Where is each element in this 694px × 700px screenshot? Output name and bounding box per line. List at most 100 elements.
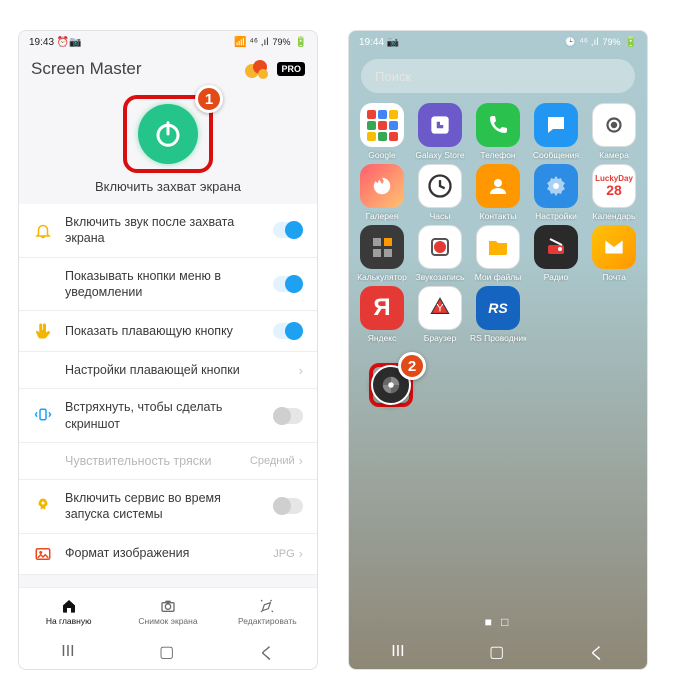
tab-0[interactable]: На главную	[19, 588, 118, 635]
yandex-icon: Я	[360, 286, 404, 330]
tab-label: Снимок экрана	[138, 616, 197, 626]
app-label: Камера	[599, 150, 629, 160]
app-label: Калькулятор	[357, 272, 407, 282]
app-settings[interactable]: Настройки	[529, 164, 583, 221]
app-calendar[interactable]: LuckyDay28 Календарь	[587, 164, 641, 221]
status-battery: 79%	[603, 37, 621, 47]
app-label: Звукозапись	[416, 272, 465, 282]
app-rec[interactable]: Звукозапись	[413, 225, 467, 282]
files-icon	[476, 225, 520, 269]
app-msg[interactable]: Сообщения	[529, 103, 583, 160]
google-icon	[360, 103, 404, 147]
app-label: Телефон	[480, 150, 515, 160]
nav-back[interactable]: く	[259, 640, 275, 664]
setting-row[interactable]: Чувствительность тряскиСредний ›	[19, 443, 317, 480]
app-label: Galaxy Store	[415, 150, 464, 160]
settings-icon	[534, 164, 578, 208]
status-battery: 79%	[273, 37, 291, 47]
app-label: Контакты	[480, 211, 517, 221]
status-time: 19:43	[29, 37, 54, 48]
toggle[interactable]	[273, 323, 303, 339]
app-label: Почта	[602, 272, 626, 282]
app-galaxy[interactable]: Galaxy Store	[413, 103, 467, 160]
status-bar: 19:44 📷 🕒 ⁴⁶ ,ıl 79% 🔋	[349, 31, 647, 53]
app-mail[interactable]: Почта	[587, 225, 641, 282]
app-grid: Google Galaxy Store Телефон Сообщения Камера…	[349, 99, 647, 609]
nav-home[interactable]: ▢	[159, 642, 174, 662]
bell-icon	[33, 220, 53, 240]
row-label: Настройки плавающей кнопки	[65, 362, 287, 378]
toggle[interactable]	[273, 408, 303, 424]
app-label: Яндекс	[368, 333, 397, 343]
phone-left: 19:43 ⏰📷 📶 ⁴⁶ ,ıl 79% 🔋 Screen Master PR…	[18, 30, 318, 670]
setting-row[interactable]: Включить звук после захвата экрана	[19, 204, 317, 258]
nav-recent[interactable]: III	[391, 643, 404, 661]
toggle[interactable]	[273, 222, 303, 238]
app-files[interactable]: Мои файлы	[471, 225, 525, 282]
app-google[interactable]: Google	[355, 103, 409, 160]
cam-icon	[592, 103, 636, 147]
nav-home[interactable]: ▢	[489, 642, 504, 662]
row-label: Включить сервис во время запуска системы	[65, 490, 261, 523]
rocket-icon	[33, 496, 53, 516]
galaxy-icon	[418, 103, 462, 147]
toggle[interactable]	[273, 498, 303, 514]
tab-2[interactable]: Редактировать	[218, 588, 317, 635]
app-label: Календарь	[593, 211, 636, 221]
setting-row[interactable]: Включить сервис во время запуска системы	[19, 480, 317, 534]
toggle[interactable]	[273, 276, 303, 292]
msg-icon	[534, 103, 578, 147]
app-label: Радио	[544, 272, 569, 282]
annotation-1: 1	[195, 85, 223, 113]
pro-badge[interactable]: PRO	[277, 62, 305, 76]
row-label: Показывать кнопки меню в уведомлении	[65, 268, 261, 301]
app-gallery[interactable]: Галерея	[355, 164, 409, 221]
power-caption: Включить захват экрана	[19, 179, 317, 194]
nav-bar: III ▢ く	[19, 635, 317, 669]
app-label: Google	[368, 150, 395, 160]
setting-row[interactable]: Формат изображения JPG ›	[19, 534, 317, 575]
nav-bar: III ▢ く	[349, 635, 647, 669]
status-bar: 19:43 ⏰📷 📶 ⁴⁶ ,ıl 79% 🔋	[19, 31, 317, 53]
row-value: JPG ›	[273, 546, 303, 561]
calendar-icon: LuckyDay28	[592, 164, 636, 208]
app-header: Screen Master PRO	[19, 53, 317, 91]
status-indicators: 📷	[387, 37, 399, 48]
power-button[interactable]	[138, 104, 198, 164]
app-yandex[interactable]: Я Яндекс	[355, 286, 409, 343]
nav-recent[interactable]: III	[61, 643, 74, 661]
browser-icon: Y	[418, 286, 462, 330]
nav-back[interactable]: く	[589, 640, 605, 664]
tab-1[interactable]: Снимок экрана	[118, 588, 217, 635]
app-calc[interactable]: Калькулятор	[355, 225, 409, 282]
hand-icon	[33, 321, 53, 341]
coins-icon[interactable]	[243, 57, 271, 81]
app-phone[interactable]: Телефон	[471, 103, 525, 160]
app-label: Браузер	[424, 333, 456, 343]
search-placeholder: Поиск	[375, 69, 411, 84]
app-rs[interactable]: RSRS Проводник	[471, 286, 525, 343]
app-cam[interactable]: Камера	[587, 103, 641, 160]
bottom-tabs: На главную Снимок экрана Редактировать	[19, 587, 317, 635]
tab-label: Редактировать	[238, 616, 297, 626]
svg-text:Y: Y	[436, 302, 443, 314]
mail-icon	[592, 225, 636, 269]
search-input[interactable]: Поиск	[361, 59, 635, 93]
shake-icon	[33, 406, 53, 426]
row-label: Формат изображения	[65, 545, 261, 561]
status-time: 19:44	[359, 37, 384, 48]
app-label: Настройки	[535, 211, 577, 221]
setting-row[interactable]: Показывать кнопки меню в уведомлении	[19, 258, 317, 312]
setting-row[interactable]: Встряхнуть, чтобы сделать скриншот	[19, 389, 317, 443]
app-contacts[interactable]: Контакты	[471, 164, 525, 221]
setting-row[interactable]: Показать плавающую кнопку	[19, 311, 317, 352]
clock-icon	[418, 164, 462, 208]
row-label: Показать плавающую кнопку	[65, 323, 261, 339]
page-dots[interactable]: ■ □	[349, 609, 647, 635]
app-clock[interactable]: Часы	[413, 164, 467, 221]
radio-icon	[534, 225, 578, 269]
app-browser[interactable]: Y Браузер	[413, 286, 467, 343]
status-signal: 🕒 ⁴⁶ ,ıl	[564, 37, 598, 48]
setting-row[interactable]: Настройки плавающей кнопки ›	[19, 352, 317, 389]
app-radio[interactable]: Радио	[529, 225, 583, 282]
